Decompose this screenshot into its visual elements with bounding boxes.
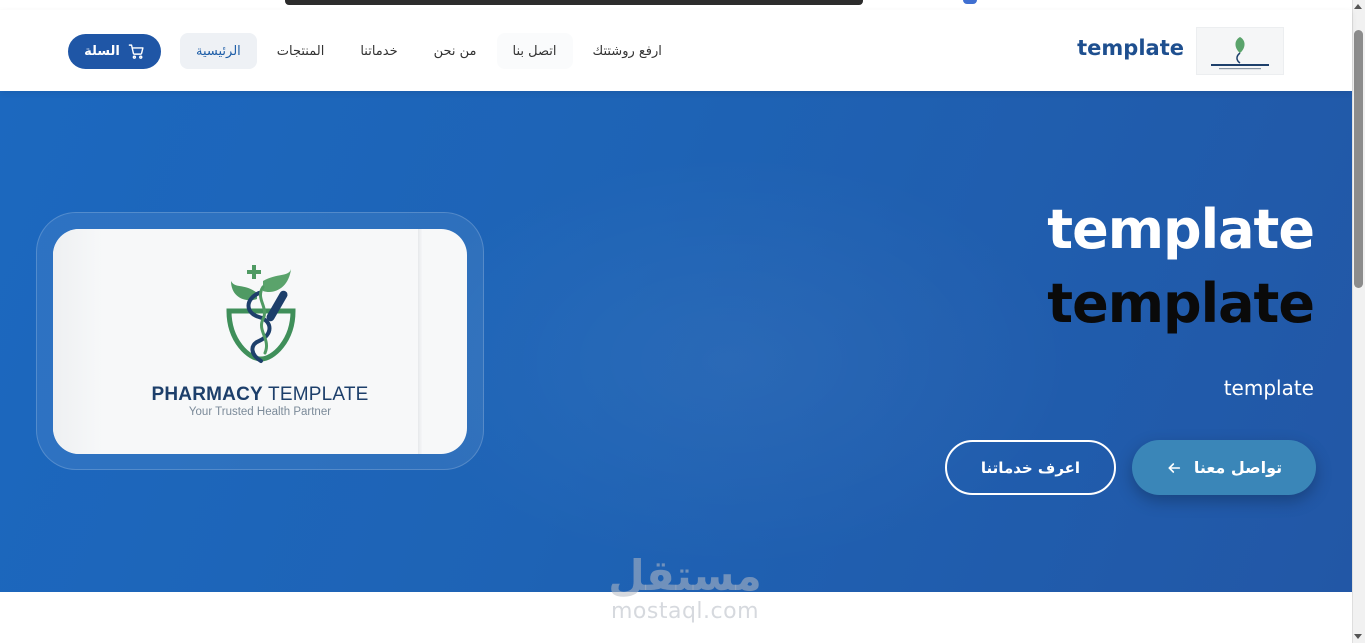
cart-button[interactable]: السلة bbox=[68, 34, 161, 69]
page-scrollbar[interactable] bbox=[1352, 0, 1365, 643]
browser-top-strip bbox=[0, 0, 1352, 10]
nav-upload-prescription[interactable]: ارفع روشتتك bbox=[577, 33, 678, 69]
card-tagline: Your Trusted Health Partner bbox=[188, 406, 332, 418]
hero-title-line1: template bbox=[1047, 198, 1315, 261]
nav-services[interactable]: خدماتنا bbox=[344, 33, 413, 69]
hero-image-card: PHARMACY TEMPLATE Your Trusted Health Pa… bbox=[53, 229, 467, 454]
hero-glow bbox=[380, 151, 1080, 571]
watermark: مستقل mostaql.com bbox=[600, 552, 770, 624]
watermark-latin: mostaql.com bbox=[610, 599, 760, 624]
nav-about[interactable]: من نحن bbox=[418, 33, 493, 69]
header-logo-image[interactable] bbox=[1196, 27, 1284, 75]
watermark-arabic: مستقل bbox=[608, 551, 762, 600]
contact-us-button[interactable]: تواصل معنا bbox=[1132, 440, 1316, 495]
our-services-button[interactable]: اعرف خدماتنا bbox=[945, 440, 1116, 495]
scroll-up-arrow-icon[interactable] bbox=[1354, 4, 1362, 9]
contact-us-label: تواصل معنا bbox=[1193, 458, 1283, 477]
card-title: PHARMACY TEMPLATE bbox=[53, 384, 467, 406]
card-shade bbox=[53, 229, 103, 454]
nav-products[interactable]: المنتجات bbox=[261, 33, 341, 69]
pharmacy-logo-icon bbox=[1211, 37, 1269, 70]
hero-subtitle: template bbox=[1223, 376, 1314, 400]
cart-icon bbox=[128, 44, 144, 59]
hero-title-line2: template bbox=[1047, 272, 1315, 335]
card-title-light: TEMPLATE bbox=[268, 384, 369, 405]
page: template الرئيسية المنتجات خدماتنا من نح… bbox=[0, 0, 1365, 643]
nav-contact[interactable]: اتصل بنا bbox=[496, 33, 573, 69]
nav-home[interactable]: الرئيسية bbox=[180, 33, 257, 69]
browser-tab-bar bbox=[285, 0, 863, 5]
site-header: template الرئيسية المنتجات خدماتنا من نح… bbox=[0, 10, 1352, 91]
card-fold bbox=[418, 229, 423, 454]
browser-indicator bbox=[963, 0, 977, 4]
arrow-left-icon bbox=[1168, 462, 1180, 473]
pharmacy-logo-icon bbox=[226, 265, 296, 363]
scroll-down-arrow-icon[interactable] bbox=[1354, 634, 1362, 639]
cart-label: السلة bbox=[84, 44, 120, 59]
brand-name[interactable]: template bbox=[1060, 36, 1184, 60]
card-title-bold: PHARMACY bbox=[151, 384, 263, 405]
scroll-thumb[interactable] bbox=[1354, 30, 1363, 288]
main-nav: الرئيسية المنتجات خدماتنا من نحن اتصل بن… bbox=[180, 32, 678, 70]
